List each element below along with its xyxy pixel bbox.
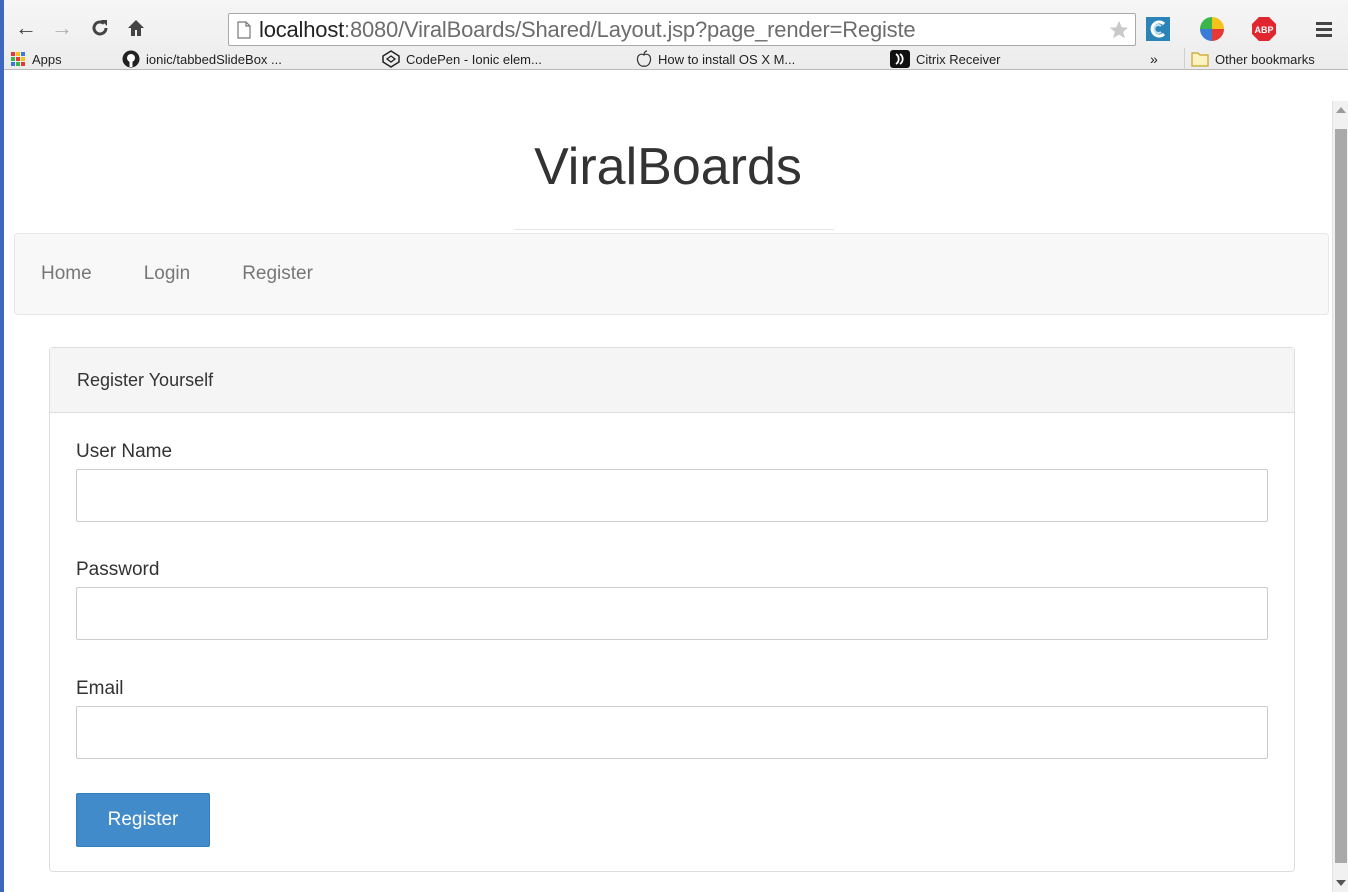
bookmark-github[interactable]: ionic/tabbedSlideBox ... (122, 48, 282, 70)
scroll-up-arrow-icon[interactable] (1336, 107, 1346, 113)
nav-register-link[interactable]: Register (242, 263, 313, 285)
url-text: localhost:8080/ViralBoards/Shared/Layout… (259, 17, 1103, 43)
extension-c-icon[interactable] (1144, 15, 1172, 43)
scroll-thumb[interactable] (1335, 129, 1347, 863)
other-bookmarks-label: Other bookmarks (1215, 51, 1315, 67)
url-path: :8080/ViralBoards/Shared/Layout.jsp?page… (344, 16, 916, 42)
register-panel: Register Yourself User Name Password Ema… (49, 347, 1295, 872)
bookmark-label: Apps (32, 51, 62, 67)
citrix-icon (890, 50, 910, 68)
github-icon (122, 50, 140, 68)
bookmark-citrix[interactable]: Citrix Receiver (890, 48, 1001, 70)
bookmark-apps[interactable]: Apps (10, 48, 62, 70)
page-icon (229, 20, 259, 39)
bookmark-apple[interactable]: How to install OS X M... (636, 48, 795, 70)
nav-login-link[interactable]: Login (144, 263, 191, 285)
bookmark-star-icon[interactable] (1103, 19, 1135, 41)
password-input[interactable] (76, 587, 1268, 640)
register-button[interactable]: Register (76, 793, 210, 847)
home-icon[interactable] (122, 14, 150, 42)
codepen-icon (382, 50, 400, 68)
adblock-plus-icon[interactable]: ABP (1250, 15, 1278, 43)
address-bar[interactable]: localhost:8080/ViralBoards/Shared/Layout… (228, 13, 1136, 46)
apps-grid-icon (11, 52, 25, 66)
bookmark-label: ionic/tabbedSlideBox ... (146, 51, 282, 67)
more-bookmarks-label: » (1150, 51, 1158, 67)
more-bookmarks-button[interactable]: » (1150, 48, 1158, 70)
title-divider (514, 229, 834, 230)
navbar: Home Login Register (14, 233, 1329, 315)
username-label: User Name (76, 441, 173, 462)
bookmark-codepen[interactable]: CodePen - Ionic elem... (382, 48, 542, 70)
panel-title: Register Yourself (50, 348, 1294, 413)
menu-hamburger-icon[interactable] (1310, 15, 1338, 43)
username-group: User Name (76, 441, 1268, 522)
scroll-down-arrow-icon[interactable] (1336, 880, 1346, 886)
site-title: ViralBoards (534, 138, 802, 196)
forward-arrow-icon[interactable]: → (48, 14, 76, 42)
folder-icon (1191, 52, 1209, 67)
page-viewport: ViralBoards Home Login Register Register… (4, 101, 1332, 892)
other-bookmarks-button[interactable]: Other bookmarks (1184, 48, 1315, 70)
reload-icon[interactable] (86, 14, 114, 42)
color-wheel-icon[interactable] (1198, 15, 1226, 43)
bookmarks-bar: Apps ionic/tabbedSlideBox ... CodePen - … (4, 48, 1348, 70)
apple-icon (636, 50, 652, 67)
password-label: Password (76, 559, 160, 580)
browser-window: ← → localhost:8080/ViralBoards/Shared/La… (0, 0, 1348, 892)
email-input[interactable] (76, 706, 1268, 759)
browser-toolbar: ← → localhost:8080/ViralBoards/Shared/La… (4, 0, 1348, 70)
bookmark-label: How to install OS X M... (658, 51, 796, 67)
page-scrollbar[interactable] (1332, 101, 1348, 892)
password-group: Password (76, 559, 1268, 640)
url-host: localhost (259, 16, 345, 42)
bookmark-label: Citrix Receiver (916, 51, 1001, 67)
email-group: Email (76, 678, 1268, 759)
bookmark-label: CodePen - Ionic elem... (406, 51, 542, 67)
email-label: Email (76, 678, 124, 699)
svg-text:ABP: ABP (1254, 25, 1273, 35)
nav-home-link[interactable]: Home (41, 263, 92, 285)
username-input[interactable] (76, 469, 1268, 522)
back-arrow-icon[interactable]: ← (12, 14, 40, 42)
